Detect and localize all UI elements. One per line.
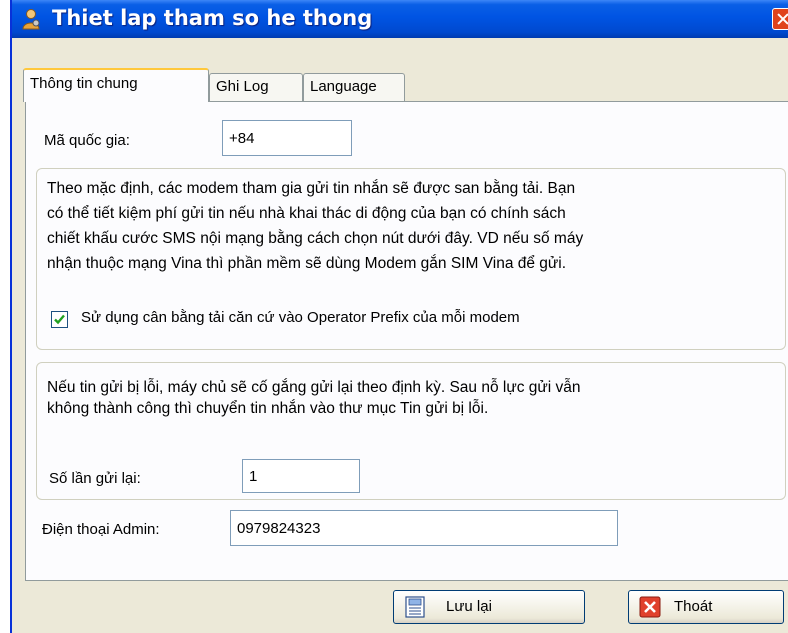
exit-x-icon [639,596,661,618]
exit-button[interactable]: Thoát [628,590,784,624]
country-code-label: Mã quốc gia: [44,132,130,149]
retry-description: Nếu tin gửi bị lỗi, máy chủ sẽ cố gắng g… [47,379,581,417]
save-button-label: Lưu lại [446,598,492,615]
retry-count-label: Số lần gửi lại: [49,470,141,487]
exit-button-label: Thoát [674,598,713,615]
save-document-icon [405,596,425,618]
retry-count-input[interactable] [242,459,360,493]
save-button[interactable]: Lưu lại [393,590,585,624]
tab-general-label: Thông tin chung [30,75,138,92]
settings-user-icon [22,9,40,30]
tab-log-label: Ghi Log [216,78,269,95]
retry-group: Nếu tin gửi bị lỗi, máy chủ sẽ cố gắng g… [36,362,786,500]
load-balance-checkbox[interactable] [51,311,68,328]
tab-language-label: Language [310,78,377,95]
title-bar[interactable]: Thiet lap tham so he thong [12,0,788,38]
checkmark-icon [54,314,65,325]
window-title: Thiet lap tham so he thong [52,6,373,30]
country-code-input[interactable] [222,120,352,156]
admin-phone-input[interactable] [230,510,618,546]
load-balance-description: Theo mặc định, các modem tham gia gửi ti… [47,180,584,272]
tab-log[interactable]: Ghi Log [209,73,303,101]
tab-general[interactable]: Thông tin chung [23,68,209,102]
load-balance-group: Theo mặc định, các modem tham gia gửi ti… [36,168,786,350]
settings-dialog: Thiet lap tham so he thong Thông tin chu… [10,0,788,633]
close-button[interactable] [772,8,788,30]
tab-language[interactable]: Language [303,73,405,101]
admin-phone-label: Điện thoại Admin: [42,521,160,538]
load-balance-checkbox-label[interactable]: Sử dụng cân bằng tải căn cứ vào Operator… [81,309,520,326]
